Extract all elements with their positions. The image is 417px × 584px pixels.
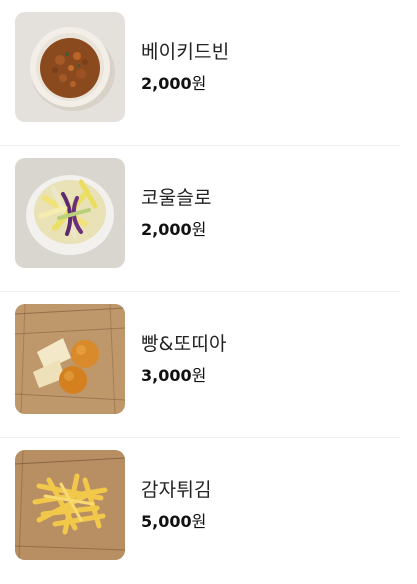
menu-item-bread-tortilla[interactable]: 빵&또띠아 3,000원: [0, 292, 400, 438]
menu-item-name: 코울슬로: [141, 187, 212, 209]
menu-item-price: 2,000원: [141, 220, 207, 239]
menu-item-name: 베이키드빈: [141, 41, 230, 63]
coleslaw-image: [15, 158, 125, 268]
menu-item-french-fries[interactable]: 감자튀김 5,000원: [0, 438, 400, 584]
menu-item-name: 빵&또띠아: [141, 333, 227, 355]
menu-item-price: 3,000원: [141, 366, 207, 385]
menu-item-price: 5,000원: [141, 512, 207, 531]
menu-list: 베이키드빈 2,000원 코울슬로 2,000원 빵&또띠아 3,000원 감자…: [0, 0, 417, 584]
menu-item-price: 2,000원: [141, 74, 207, 93]
french-fries-image: [15, 450, 125, 560]
bread-tortilla-image: [15, 304, 125, 414]
baked-beans-image: [15, 12, 125, 122]
menu-item-coleslaw[interactable]: 코울슬로 2,000원: [0, 146, 400, 292]
menu-item-name: 감자튀김: [141, 479, 212, 501]
menu-item-baked-beans[interactable]: 베이키드빈 2,000원: [0, 0, 400, 146]
